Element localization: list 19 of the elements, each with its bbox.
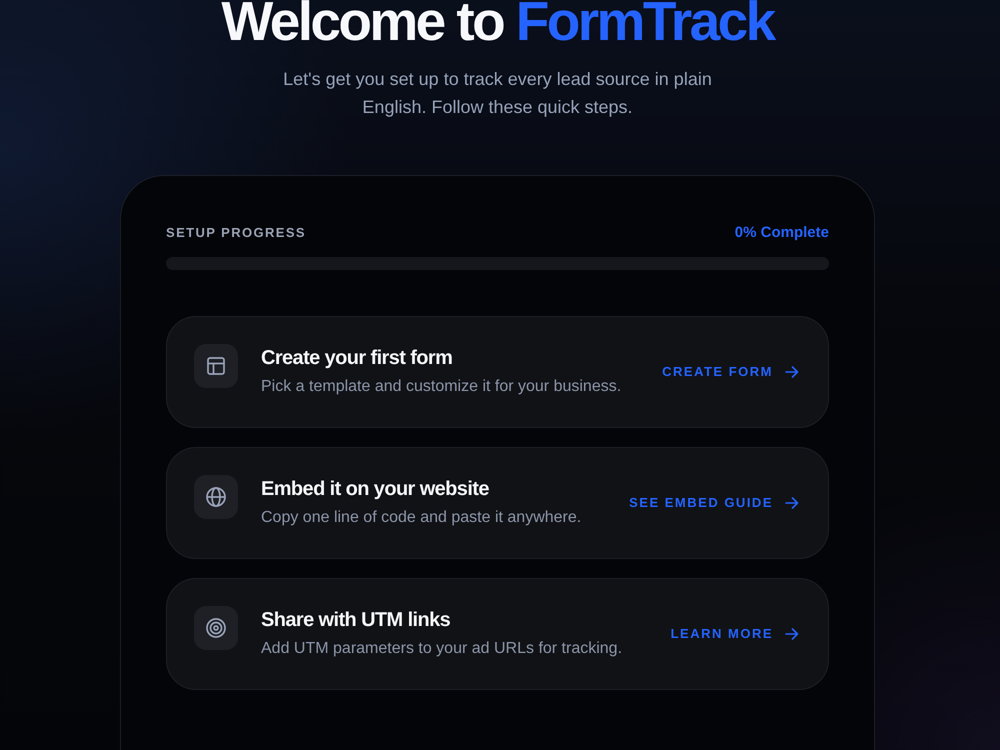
step-action-link[interactable]: SEE EMBED GUIDE (629, 495, 799, 510)
step-description: Pick a template and customize it for your business. (261, 377, 622, 397)
page-subtitle: Let's get you set up to track every lead source in plain English. Follow these quick steps. (282, 68, 713, 119)
globe-icon (194, 475, 238, 519)
arrow-icon (785, 364, 799, 378)
progress-label: SETUP PROGRESS (166, 225, 306, 240)
arrow-icon (785, 496, 799, 510)
progress-reading: 0% Complete (734, 224, 829, 241)
step-action-link[interactable]: CREATE FORM (662, 364, 799, 379)
step-title: Share with UTM links (261, 608, 452, 633)
step-action-link[interactable]: LEARN MORE (670, 626, 799, 641)
step-title: Embed it on your website (261, 477, 490, 502)
arrow-icon (785, 626, 799, 640)
step-description: Add UTM parameters to your ad URLs for tracking. (261, 639, 624, 659)
layout-icon (194, 344, 238, 388)
step-description: Copy one line of code and paste it anywhere. (261, 508, 582, 528)
step-title: Create your first form (261, 346, 454, 371)
target-icon (194, 606, 238, 650)
page-title: Welcome to FormTrack (221, 0, 774, 49)
